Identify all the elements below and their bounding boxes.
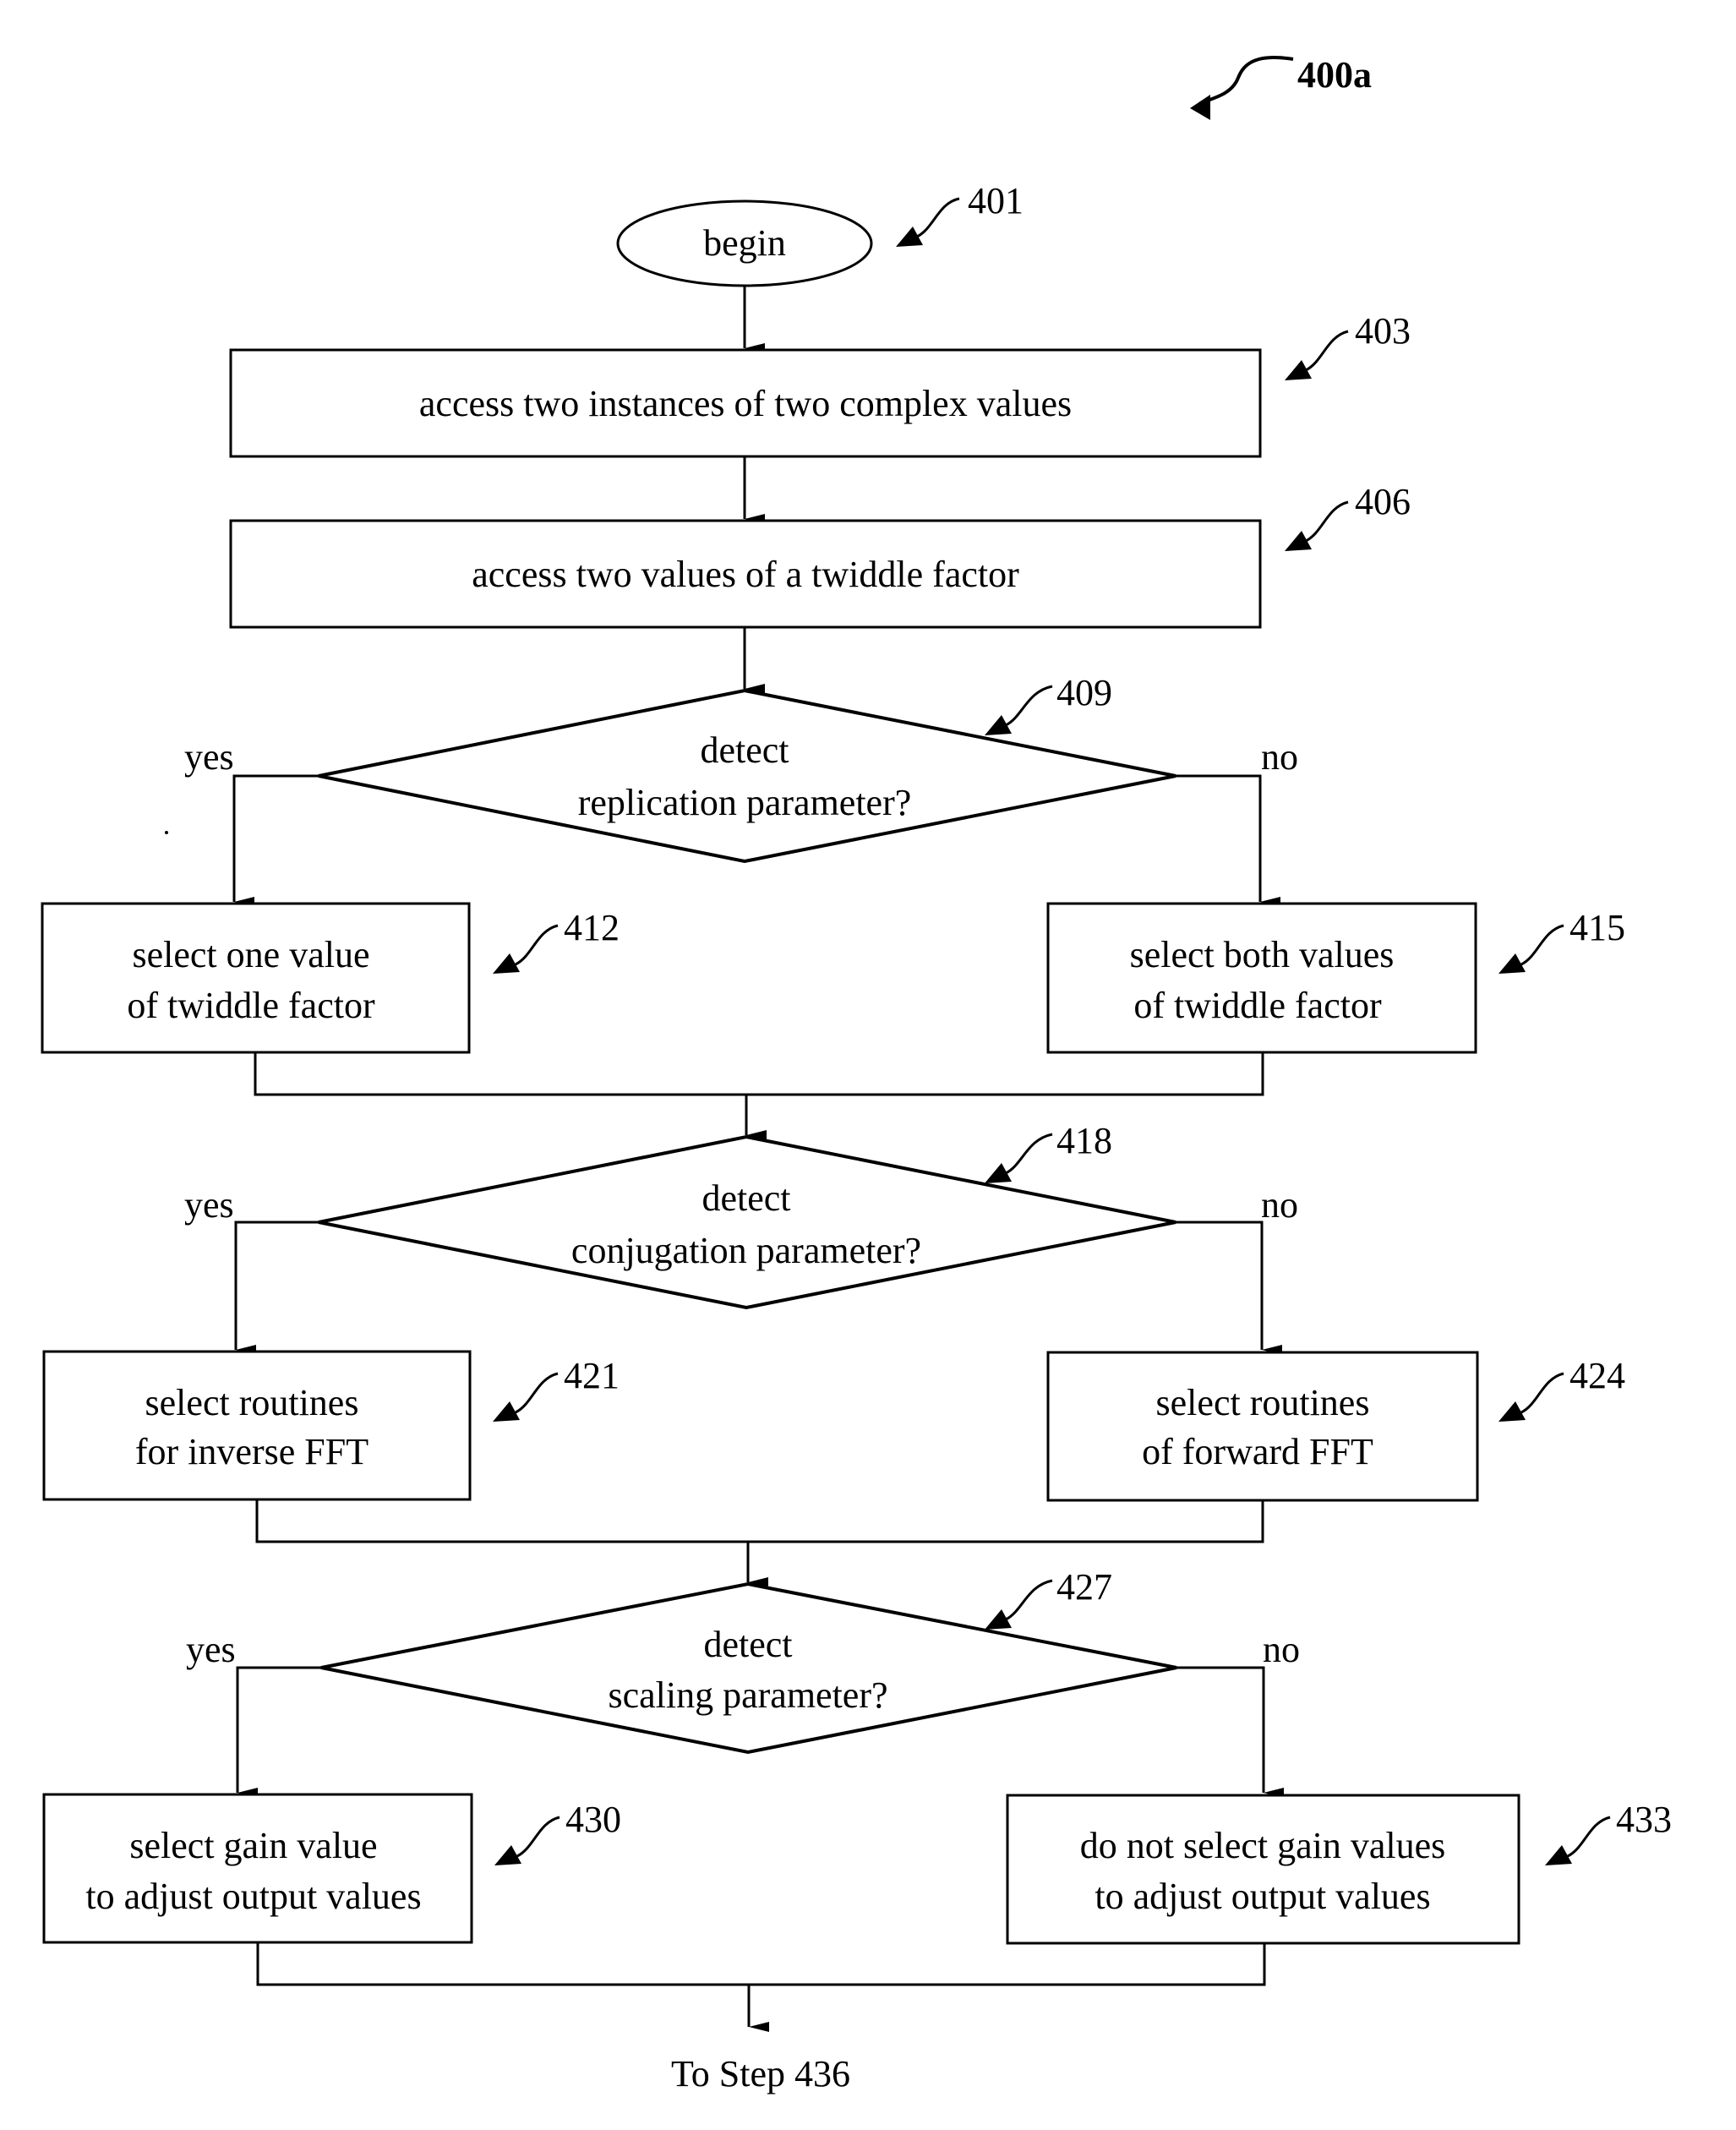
process-415-line1: select both values xyxy=(1130,934,1395,975)
process-424-line1: select routines xyxy=(1156,1382,1370,1423)
no-label: no xyxy=(1263,1629,1300,1670)
process-box-421 xyxy=(42,1350,472,1501)
process-430-line2: to adjust output values xyxy=(85,1876,421,1917)
process-box-433 xyxy=(1006,1794,1520,1945)
yes-label: yes xyxy=(184,736,234,778)
decision-418 xyxy=(318,1134,1176,1310)
decision-409 xyxy=(318,688,1176,864)
decision-409-line2: replication parameter? xyxy=(578,782,912,823)
merge-connector xyxy=(254,1052,1264,1096)
decision-427-line1: detect xyxy=(703,1624,792,1665)
ref-arrow-icon xyxy=(516,1816,560,1858)
no-label: no xyxy=(1261,1184,1298,1226)
process-412-line1: select one value xyxy=(133,934,370,975)
begin-text: begin xyxy=(703,222,786,264)
process-box-412 xyxy=(41,902,471,1054)
figure-label-arrow-icon xyxy=(1199,56,1294,105)
ref-433: 433 xyxy=(1616,1799,1672,1840)
ref-arrow-icon xyxy=(1305,500,1349,543)
no-connector xyxy=(1176,1666,1284,1798)
merge-connector xyxy=(256,1942,1266,1986)
yes-connector xyxy=(234,1221,319,1355)
process-403-text: access two instances of two complex valu… xyxy=(419,383,1072,424)
ref-arrow-icon xyxy=(1005,1579,1053,1621)
ref-arrow-icon xyxy=(1520,924,1564,966)
ref-401: 401 xyxy=(968,180,1024,221)
decision-409-line1: detect xyxy=(700,729,789,771)
ref-arrow-icon xyxy=(1567,1816,1611,1858)
ref-arrow-icon xyxy=(515,924,559,966)
ref-430: 430 xyxy=(565,1799,621,1840)
ref-arrow-icon xyxy=(515,1372,559,1414)
process-box-430 xyxy=(42,1793,473,1944)
flowchart: 400a begin 401 access two instances of t… xyxy=(41,54,1672,2094)
figure-label: 400a xyxy=(1190,54,1372,120)
decision-427 xyxy=(320,1581,1177,1755)
ref-arrow-icon xyxy=(1305,330,1349,372)
figure-label-arrowhead-icon xyxy=(1190,95,1210,120)
yes-connector xyxy=(236,1666,321,1798)
ref-415: 415 xyxy=(1569,907,1625,948)
ref-arrow-icon xyxy=(1005,685,1053,727)
process-430-line1: select gain value xyxy=(129,1825,377,1866)
figure-label-text: 400a xyxy=(1297,54,1372,96)
ref-427: 427 xyxy=(1056,1566,1112,1608)
no-connector xyxy=(1176,1221,1282,1355)
ref-412: 412 xyxy=(564,907,620,948)
process-415-line2: of twiddle factor xyxy=(1133,985,1382,1026)
scan-artifact xyxy=(165,831,168,834)
ref-418: 418 xyxy=(1056,1120,1112,1161)
process-421-line1: select routines xyxy=(145,1382,359,1423)
merge-connector xyxy=(255,1499,1264,1543)
yes-connector xyxy=(232,774,319,907)
process-433-line2: to adjust output values xyxy=(1095,1876,1430,1917)
yes-label: yes xyxy=(184,1184,234,1226)
ref-421: 421 xyxy=(564,1355,620,1396)
decision-418-line1: detect xyxy=(701,1177,790,1219)
process-424-line2: of forward FFT xyxy=(1142,1431,1373,1472)
process-421-line2: for inverse FFT xyxy=(135,1431,368,1472)
decision-427-line2: scaling parameter? xyxy=(608,1674,887,1716)
ref-arrow-icon xyxy=(1005,1133,1053,1175)
process-406-text: access two values of a twiddle factor xyxy=(472,554,1019,595)
no-label: no xyxy=(1261,736,1298,778)
continuation-label: To Step 436 xyxy=(671,2053,850,2094)
ref-409: 409 xyxy=(1056,672,1112,713)
process-box-415 xyxy=(1046,902,1477,1054)
process-412-line2: of twiddle factor xyxy=(127,985,375,1026)
yes-label: yes xyxy=(186,1629,236,1670)
ref-arrow-icon xyxy=(1520,1372,1564,1414)
process-box-424 xyxy=(1046,1351,1479,1502)
ref-424: 424 xyxy=(1569,1355,1625,1396)
decision-418-line2: conjugation parameter? xyxy=(571,1230,921,1271)
ref-arrow-icon xyxy=(916,197,960,238)
ref-406: 406 xyxy=(1355,481,1411,522)
no-connector xyxy=(1176,774,1280,907)
process-433-line1: do not select gain values xyxy=(1080,1825,1446,1866)
ref-403: 403 xyxy=(1355,310,1411,352)
